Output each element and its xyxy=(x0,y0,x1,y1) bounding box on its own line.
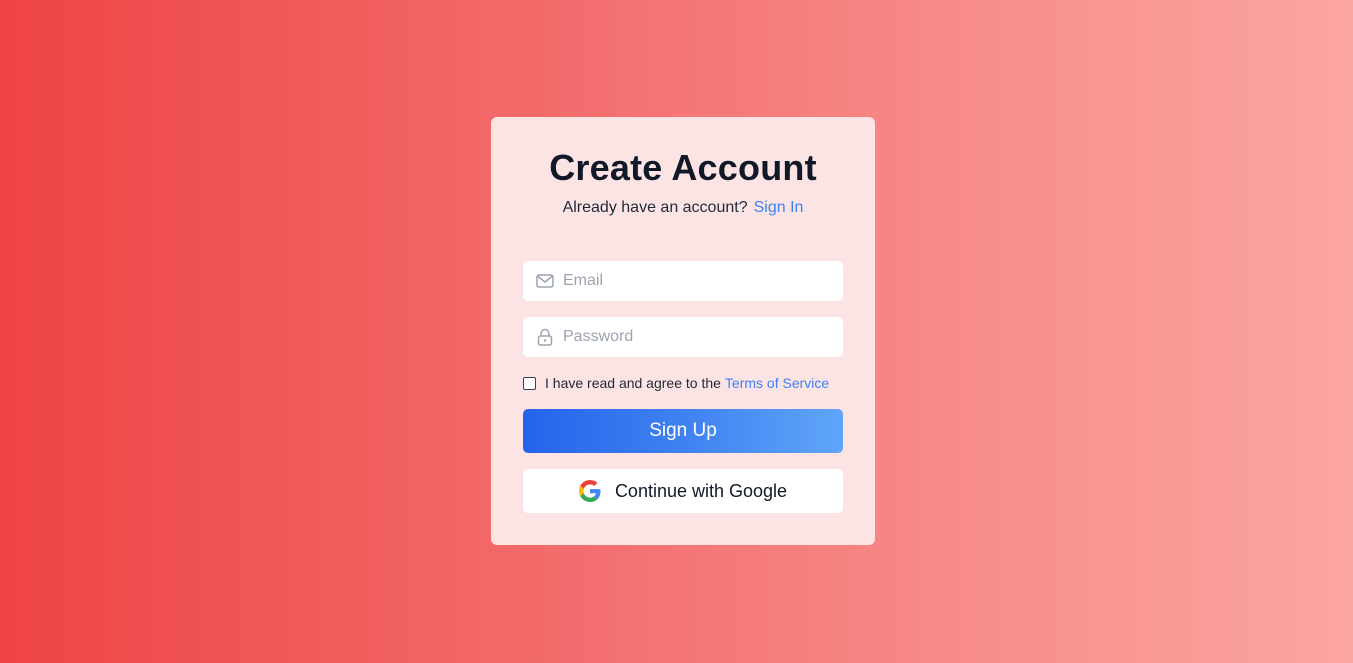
email-input[interactable] xyxy=(563,272,823,290)
google-button-label: Continue with Google xyxy=(614,480,788,501)
signin-prompt: Already have an account? Sign In xyxy=(491,199,875,217)
terms-text: I have read and agree to the xyxy=(545,375,721,391)
sign-in-link[interactable]: Sign In xyxy=(754,199,804,216)
signin-prompt-text: Already have an account? xyxy=(562,199,748,216)
password-input[interactable] xyxy=(563,328,823,346)
page-title: Create Account xyxy=(549,147,817,188)
terms-row: I have read and agree to the Terms of Se… xyxy=(523,375,829,391)
google-signin-button[interactable]: Continue with Google xyxy=(523,469,843,513)
mail-icon xyxy=(536,272,554,290)
email-field[interactable] xyxy=(523,261,843,301)
lock-icon xyxy=(536,328,554,346)
terms-checkbox[interactable] xyxy=(523,376,536,390)
sign-up-button[interactable]: Sign Up xyxy=(523,409,843,453)
password-field[interactable] xyxy=(523,317,843,357)
terms-of-service-link[interactable]: Terms of Service xyxy=(725,375,829,391)
google-icon xyxy=(578,480,601,502)
signup-card: Create Account Already have an account? S… xyxy=(491,117,875,545)
